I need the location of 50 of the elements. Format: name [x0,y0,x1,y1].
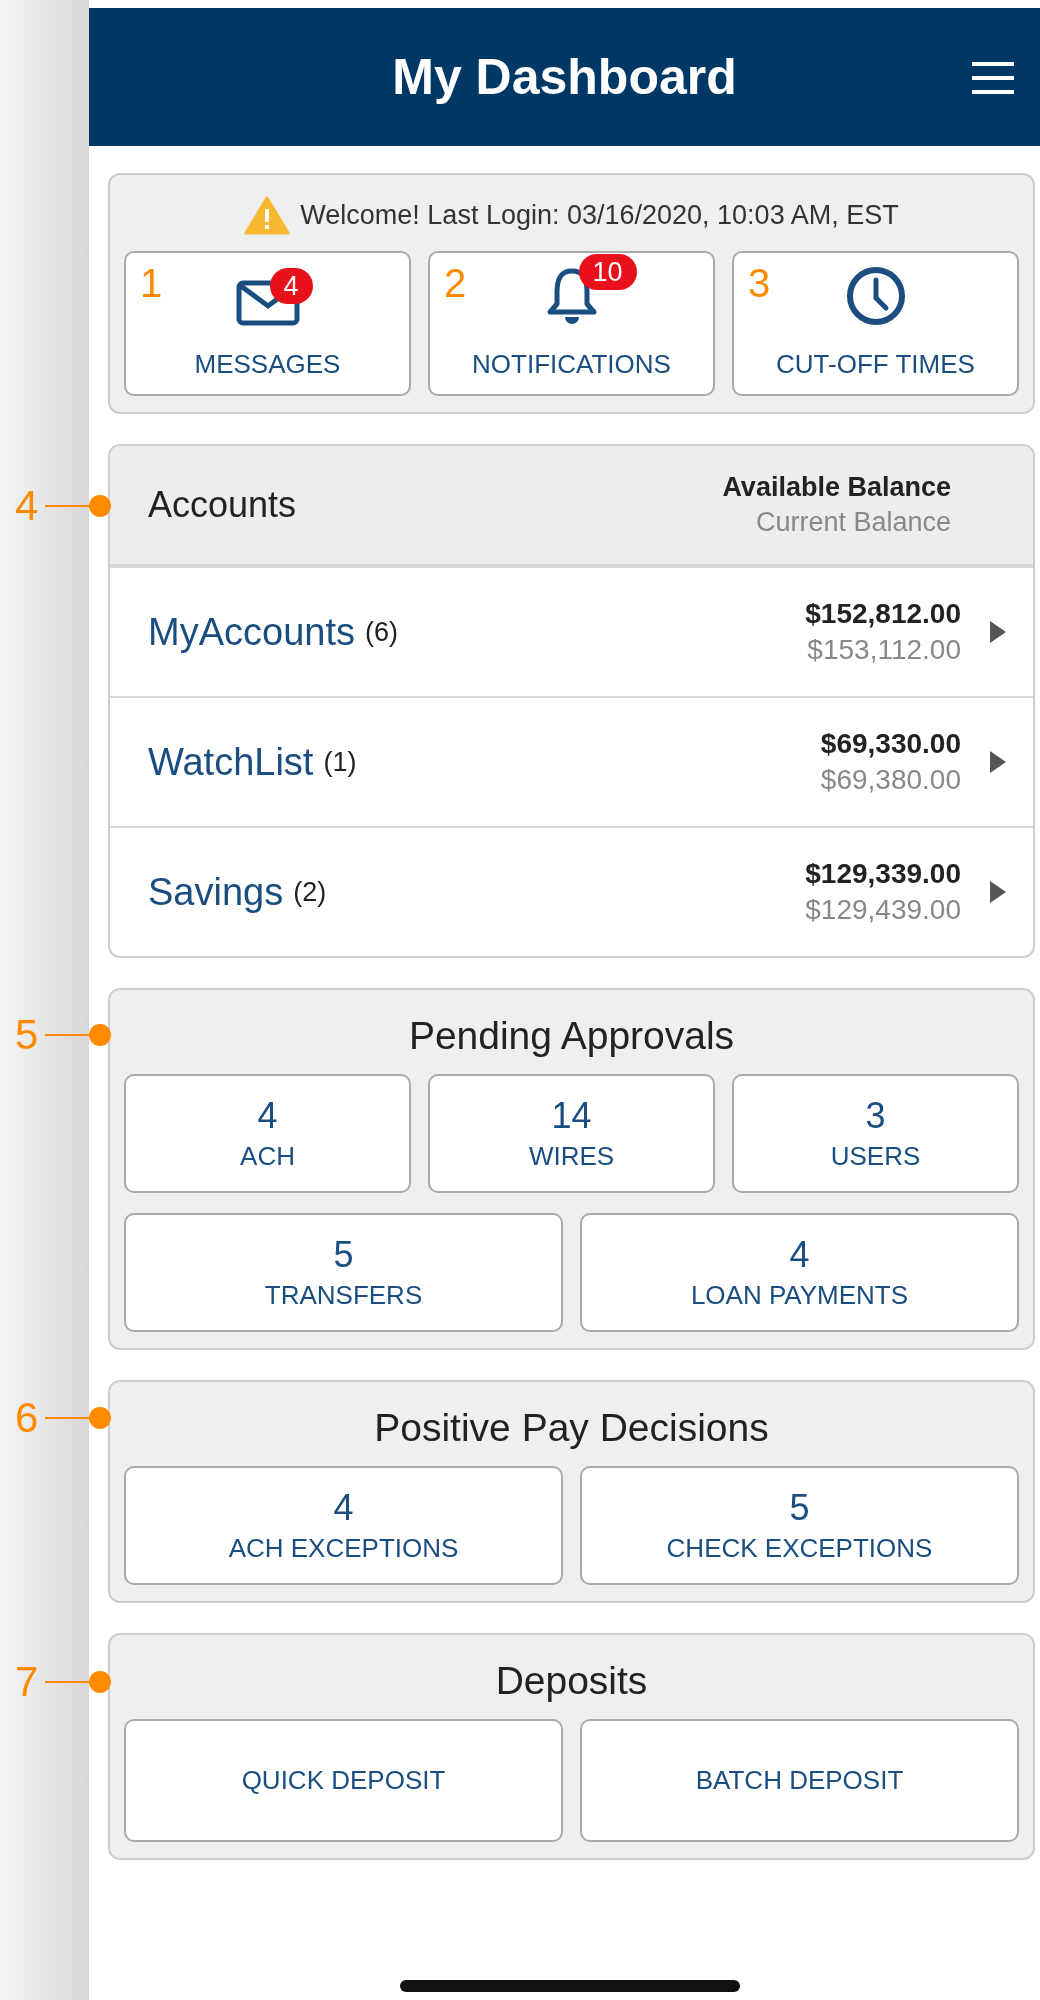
callout-dot [89,495,111,517]
current-balance: $129,439.00 [805,894,961,926]
chevron-right-icon[interactable] [989,750,1007,774]
callout-number: 4 [15,482,40,530]
account-group-link[interactable]: Savings [148,870,284,914]
account-group-link[interactable]: MyAccounts [148,610,355,654]
table-title: Accounts [148,484,297,526]
available-balance: $152,812.00 [805,598,961,630]
chevron-right-icon[interactable] [989,620,1007,644]
callout-number: 7 [15,1658,40,1706]
action-tile[interactable]: 4 ACH EXCEPTIONS [124,1466,563,1585]
account-count: (1) [323,746,357,778]
shortcut-tile[interactable]: 2 10 NOTIFICATIONS [428,251,715,396]
available-balance: $129,339.00 [805,858,961,890]
action-tile[interactable]: 5 CHECK EXCEPTIONS [580,1466,1019,1585]
callout-number: 1 [140,261,163,306]
section-title: Positive Pay Decisions [373,1405,770,1450]
section-title: Pending Approvals [407,1013,736,1058]
callout-dot [89,1671,111,1693]
clock-icon [845,266,906,326]
column-subheading: Current Balance [755,507,951,538]
callout-number: 6 [15,1394,40,1442]
account-group-link[interactable]: WatchList [148,740,314,784]
available-balance: $69,330.00 [820,728,961,760]
shortcut-tile[interactable]: 1 4 MESSAGES [124,251,411,396]
action-tile[interactable]: QUICK DEPOSIT [124,1719,563,1842]
action-tile[interactable]: 14 WIRES [428,1074,715,1193]
callout-number: 2 [444,261,467,306]
callout-number: 3 [748,261,771,306]
account-count: (2) [293,876,327,908]
action-tile[interactable]: 3 USERS [732,1074,1019,1193]
current-balance: $69,380.00 [820,764,961,796]
chevron-right-icon[interactable] [989,880,1007,904]
callout-dot [89,1407,111,1429]
column-heading: Available Balance [722,472,951,503]
count-badge: 4 [269,268,313,304]
callout-dot [89,1024,111,1046]
action-tile[interactable]: 4 ACH [124,1074,411,1193]
last-login-text: Welcome! Last Login: 03/16/2020, 10:03 AM, EST [300,199,899,231]
action-tile[interactable]: BATCH DEPOSIT [580,1719,1019,1842]
current-balance: $153,112.00 [807,634,961,666]
page-title: My Dashboard [392,48,737,106]
section-title: Deposits [494,1658,649,1703]
action-tile[interactable]: 4 LOAN PAYMENTS [580,1213,1019,1332]
shortcut-tile[interactable]: 3 CUT-OFF TIMES [732,251,1019,396]
action-tile[interactable]: 5 TRANSFERS [124,1213,563,1332]
count-badge: 10 [578,254,637,290]
callout-number: 5 [15,1011,40,1059]
account-count: (6) [364,616,398,648]
warning-icon [244,195,291,235]
